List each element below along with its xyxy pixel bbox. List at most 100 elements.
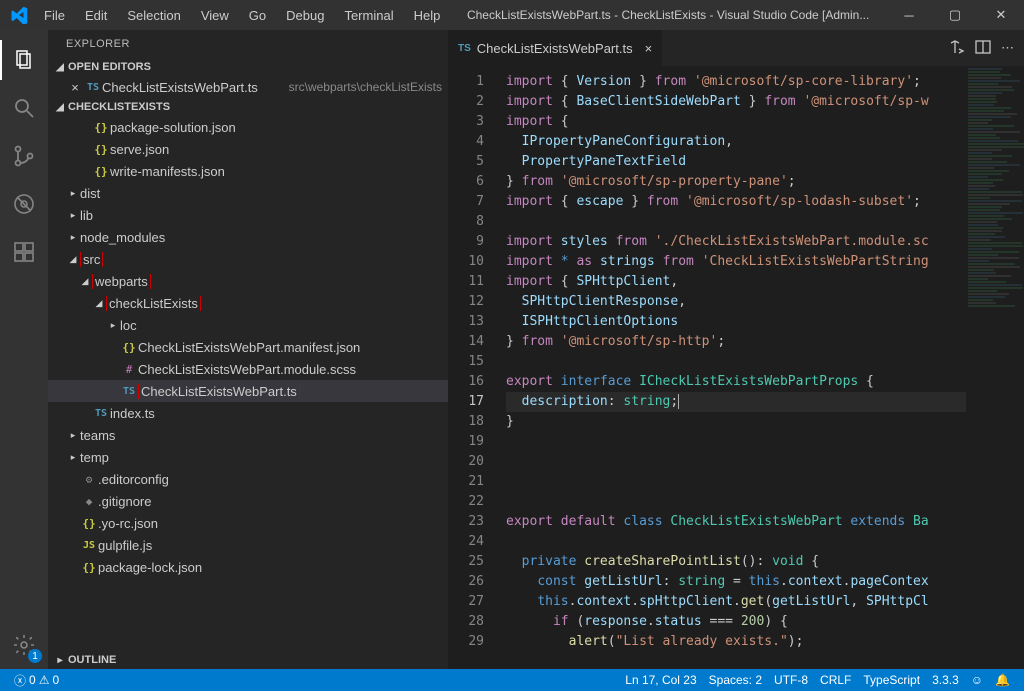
tree-item[interactable]: ▸node_modules bbox=[48, 226, 448, 248]
tree-item[interactable]: #CheckListExistsWebPart.module.scss bbox=[48, 358, 448, 380]
tree-item[interactable]: {}write-manifests.json bbox=[48, 160, 448, 182]
status-encoding[interactable]: UTF-8 bbox=[768, 673, 814, 687]
tree-label: checkListExists bbox=[106, 296, 442, 311]
tree-label: package-solution.json bbox=[110, 120, 442, 135]
tree-item[interactable]: {}package-solution.json bbox=[48, 116, 448, 138]
debug-icon[interactable] bbox=[0, 180, 48, 228]
tree-item[interactable]: ◢webparts bbox=[48, 270, 448, 292]
menu-item-selection[interactable]: Selection bbox=[117, 2, 190, 29]
file-icon: {} bbox=[80, 517, 98, 530]
tree-item[interactable]: ◢src bbox=[48, 248, 448, 270]
notifications-icon[interactable]: 🔔 bbox=[989, 673, 1016, 687]
typescript-file-icon: TS bbox=[84, 82, 102, 93]
file-icon: ⚙ bbox=[80, 473, 98, 486]
editor-tab[interactable]: TS CheckListExistsWebPart.ts × bbox=[448, 30, 663, 66]
status-errors[interactable]: ⓧ0 ⚠0 bbox=[8, 672, 65, 689]
window-title: CheckListExistsWebPart.ts - CheckListExi… bbox=[450, 8, 886, 22]
file-icon: TS bbox=[92, 408, 110, 419]
tree-label: CheckListExistsWebPart.manifest.json bbox=[138, 340, 442, 355]
split-editor-icon[interactable] bbox=[975, 39, 991, 58]
tree-label: write-manifests.json bbox=[110, 164, 442, 179]
tree-item[interactable]: JSgulpfile.js bbox=[48, 534, 448, 556]
code-content[interactable]: import { Version } from '@microsoft/sp-c… bbox=[498, 66, 966, 669]
tree-label: .gitignore bbox=[98, 494, 442, 509]
sidebar-title: EXPLORER bbox=[48, 30, 448, 58]
close-button[interactable]: ✕ bbox=[978, 0, 1024, 30]
tree-label: teams bbox=[80, 428, 442, 443]
editor: TS CheckListExistsWebPart.ts × ⋯ 1234567… bbox=[448, 30, 1024, 669]
tree-item[interactable]: ▸dist bbox=[48, 182, 448, 204]
tree-item[interactable]: TSindex.ts bbox=[48, 402, 448, 424]
menu-item-view[interactable]: View bbox=[191, 2, 239, 29]
open-editor-item[interactable]: × TS CheckListExistsWebPart.ts src\webpa… bbox=[48, 76, 448, 98]
status-cursor-position[interactable]: Ln 17, Col 23 bbox=[619, 673, 702, 687]
feedback-icon[interactable]: ☺ bbox=[965, 673, 989, 687]
settings-icon[interactable]: 1 bbox=[0, 621, 48, 669]
status-ts-version[interactable]: 3.3.3 bbox=[926, 673, 965, 687]
menu-item-debug[interactable]: Debug bbox=[276, 2, 334, 29]
file-icon: {} bbox=[92, 121, 110, 134]
search-icon[interactable] bbox=[0, 84, 48, 132]
tree-label: webparts bbox=[92, 274, 442, 289]
tree-item[interactable]: ⚙.editorconfig bbox=[48, 468, 448, 490]
menu-item-file[interactable]: File bbox=[34, 2, 75, 29]
menu-item-go[interactable]: Go bbox=[239, 2, 276, 29]
chevron-right-icon: ▸ bbox=[66, 232, 80, 243]
tree-item[interactable]: TSCheckListExistsWebPart.ts bbox=[48, 380, 448, 402]
settings-badge: 1 bbox=[28, 649, 42, 663]
source-control-icon[interactable] bbox=[0, 132, 48, 180]
tree-item[interactable]: {}package-lock.json bbox=[48, 556, 448, 578]
tree-label: index.ts bbox=[110, 406, 442, 421]
tree-item[interactable]: ▸teams bbox=[48, 424, 448, 446]
open-editors-header[interactable]: ◢ OPEN EDITORS bbox=[48, 58, 448, 76]
extensions-icon[interactable] bbox=[0, 228, 48, 276]
tree-label: gulpfile.js bbox=[98, 538, 442, 553]
tree-item[interactable]: {}CheckListExistsWebPart.manifest.json bbox=[48, 336, 448, 358]
minimap[interactable] bbox=[966, 66, 1024, 669]
titlebar: FileEditSelectionViewGoDebugTerminalHelp… bbox=[0, 0, 1024, 30]
vscode-logo-icon bbox=[4, 0, 34, 30]
tree-label: .editorconfig bbox=[98, 472, 442, 487]
tab-label: CheckListExistsWebPart.ts bbox=[477, 41, 633, 56]
chevron-down-icon: ◢ bbox=[78, 276, 92, 287]
tree-label: temp bbox=[80, 450, 442, 465]
chevron-right-icon: ▸ bbox=[52, 655, 68, 666]
window-controls: ─ ▢ ✕ bbox=[886, 0, 1024, 30]
status-language[interactable]: TypeScript bbox=[857, 673, 926, 687]
project-header[interactable]: ◢ CHECKLISTEXISTS bbox=[48, 98, 448, 116]
tree-label: lib bbox=[80, 208, 442, 223]
compare-icon[interactable] bbox=[949, 39, 965, 58]
chevron-down-icon: ◢ bbox=[52, 102, 68, 113]
status-indentation[interactable]: Spaces: 2 bbox=[703, 673, 768, 687]
status-bar: ⓧ0 ⚠0 Ln 17, Col 23 Spaces: 2 UTF-8 CRLF… bbox=[0, 669, 1024, 691]
menu-item-terminal[interactable]: Terminal bbox=[334, 2, 403, 29]
maximize-button[interactable]: ▢ bbox=[932, 0, 978, 30]
tree-item[interactable]: ▸temp bbox=[48, 446, 448, 468]
chevron-down-icon: ◢ bbox=[66, 254, 80, 265]
tree-item[interactable]: {}serve.json bbox=[48, 138, 448, 160]
close-icon[interactable]: × bbox=[66, 80, 84, 95]
tree-item[interactable]: ▸lib bbox=[48, 204, 448, 226]
chevron-down-icon: ◢ bbox=[92, 298, 106, 309]
tree-item[interactable]: {}.yo-rc.json bbox=[48, 512, 448, 534]
warning-icon: ⚠ bbox=[39, 673, 50, 687]
tree-label: CheckListExistsWebPart.module.scss bbox=[138, 362, 442, 377]
minimize-button[interactable]: ─ bbox=[886, 0, 932, 30]
status-eol[interactable]: CRLF bbox=[814, 673, 857, 687]
tree-item[interactable]: ▸loc bbox=[48, 314, 448, 336]
outline-header[interactable]: ▸ OUTLINE bbox=[48, 651, 448, 669]
chevron-right-icon: ▸ bbox=[66, 452, 80, 463]
tree-label: loc bbox=[120, 318, 442, 333]
more-icon[interactable]: ⋯ bbox=[1001, 40, 1014, 56]
line-numbers: 1234567891011121314151617181920212223242… bbox=[448, 66, 498, 669]
tree-item[interactable]: ◢checkListExists bbox=[48, 292, 448, 314]
code-area[interactable]: 1234567891011121314151617181920212223242… bbox=[448, 66, 1024, 669]
menu-item-edit[interactable]: Edit bbox=[75, 2, 117, 29]
tree-item[interactable]: ◆.gitignore bbox=[48, 490, 448, 512]
menu-item-help[interactable]: Help bbox=[404, 2, 451, 29]
tree-label: node_modules bbox=[80, 230, 442, 245]
file-icon: TS bbox=[120, 386, 138, 397]
file-icon: {} bbox=[120, 341, 138, 354]
close-icon[interactable]: × bbox=[645, 41, 653, 56]
explorer-icon[interactable] bbox=[0, 36, 48, 84]
